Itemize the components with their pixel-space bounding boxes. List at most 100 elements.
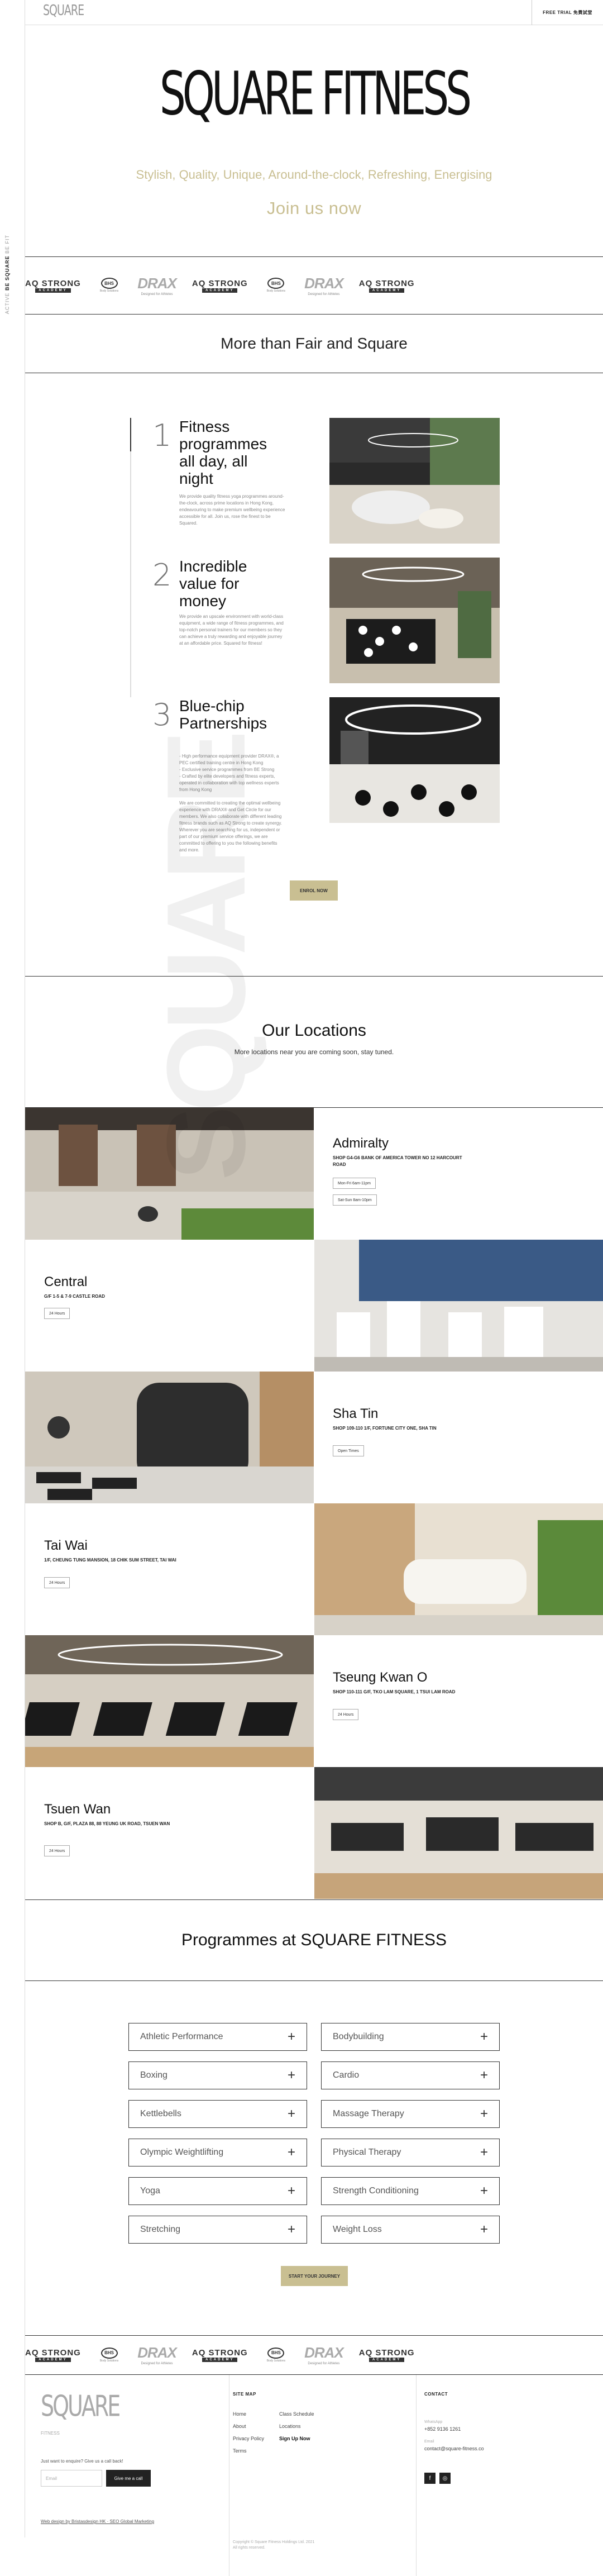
partner-logo-subtext: Body Solutions	[99, 2359, 119, 2363]
footer-logo[interactable]: SQUARE	[41, 2389, 121, 2422]
free-trial-button[interactable]: FREE TRIAL 免費試堂	[532, 0, 603, 25]
join-us-link[interactable]: Join us now	[25, 198, 603, 218]
footer-link-locations[interactable]: Locations	[279, 2423, 301, 2429]
location-name: Tsuen Wan	[44, 1802, 111, 1817]
programme-label: Weight Loss	[333, 2225, 382, 2234]
footer-link-privacy[interactable]: Privacy Policy	[233, 2436, 264, 2441]
partner-logo-subtext: Body Solutions	[99, 289, 119, 293]
hero-section: SQUARE FITNESS Stylish, Quality, Unique,…	[25, 25, 603, 257]
location-card: Tsuen Wan SHOP B, G/F, PLAZA 88, 88 YEUN…	[25, 1767, 314, 1899]
footer-link-terms[interactable]: Terms	[233, 2448, 247, 2454]
programme-accordion[interactable]: Yoga +	[128, 2177, 307, 2205]
footer-link-signup[interactable]: Sign Up Now	[279, 2436, 310, 2441]
location-photo-tai-wai	[314, 1503, 603, 1635]
programme-label: Olympic Weightlifting	[140, 2148, 224, 2157]
instagram-icon[interactable]: ◎	[439, 2473, 451, 2484]
location-name: Admiralty	[333, 1136, 389, 1151]
programme-accordion[interactable]: Massage Therapy +	[321, 2100, 500, 2128]
plus-icon: +	[480, 2145, 488, 2160]
facebook-icon[interactable]: f	[424, 2473, 436, 2484]
hours-button[interactable]: 24 Hours	[44, 1845, 70, 1856]
programme-label: Boxing	[140, 2070, 168, 2080]
partner-logo: BHS Body Solutions	[97, 2347, 122, 2363]
partner-logo: AQ STRONG ACADEMY	[25, 2348, 81, 2362]
phone-link[interactable]: +852 9136 1261	[424, 2426, 461, 2432]
feature-number: 1	[152, 418, 172, 453]
partner-logo: AQ STRONG ACADEMY	[359, 2348, 415, 2362]
programme-accordion[interactable]: Bodybuilding +	[321, 2023, 500, 2051]
copyright: Copyright © Square Fitness Holdings Ltd.…	[233, 2540, 315, 2550]
start-journey-button[interactable]: START YOUR JOURNEY	[281, 2266, 348, 2286]
location-photo-central	[314, 1240, 603, 1372]
plus-icon: +	[480, 2222, 488, 2237]
partner-logo-subtext: ACADEMY	[369, 2358, 405, 2362]
side-rail-tag: ACTIVE BE SQUARE BE FIT	[4, 235, 10, 314]
location-address: G/F 1-5 & 7-9 CASTLE ROAD	[44, 1294, 105, 1299]
footer-logo-sub: FITNESS	[41, 2431, 60, 2436]
main-content: SQUARE FITNESS Stylish, Quality, Unique,…	[25, 25, 603, 2576]
hours-button[interactable]: Sat-Sun 8am-10pm	[333, 1194, 377, 1206]
programme-accordion[interactable]: Stretching +	[128, 2216, 307, 2244]
location-card: Sha Tin SHOP 109-110 1/F, FORTUNE CITY O…	[314, 1372, 603, 1503]
partner-logo-text: BHS	[100, 278, 118, 289]
location-address: SHOP B, G/F, PLAZA 88, 88 YEUNG UK ROAD,…	[44, 1821, 170, 1826]
programme-accordion[interactable]: Boxing +	[128, 2061, 307, 2089]
programmes-section: Athletic Performance + Bodybuilding + Boxi…	[25, 1981, 603, 2336]
feature-progress-line	[130, 418, 131, 558]
partner-logo: BHS Body Solutions	[264, 278, 289, 293]
plus-icon: +	[480, 2106, 488, 2121]
partner-logo-text: AQ STRONG	[25, 278, 81, 288]
programme-label: Strength Conditioning	[333, 2186, 419, 2196]
design-credit[interactable]: Web design by Bristasdesign HK · SEO Glo…	[41, 2519, 154, 2524]
location-photo-tseung-kwan-o	[25, 1635, 314, 1767]
hours-button[interactable]: Open Times	[333, 1445, 364, 1456]
enrol-button[interactable]: ENROL NOW	[290, 880, 338, 901]
partner-logo-subtext: Designed for Athletes	[141, 292, 173, 296]
brand-strip: AQ STRONG ACADEMY BHS Body Solutions DRAX Des…	[25, 257, 603, 315]
partner-logo-subtext: Body Solutions	[266, 289, 286, 293]
partner-logo-subtext: ACADEMY	[35, 2358, 71, 2362]
plus-icon: +	[480, 2068, 488, 2083]
feature-body: We provide quality fitness yoga programm…	[179, 494, 285, 526]
location-card: Tseung Kwan O SHOP 110-111 G/F, TKO LAM …	[314, 1635, 603, 1767]
email-link[interactable]: contact@square-fitness.co	[424, 2446, 484, 2451]
programme-accordion[interactable]: Kettlebells +	[128, 2100, 307, 2128]
email-label: Email	[424, 2440, 434, 2444]
contact-title: CONTACT	[424, 2392, 448, 2397]
sitemap-title: SITE MAP	[233, 2392, 256, 2397]
location-address: SHOP 109-110 1/F, FORTUNE CITY ONE, SHA …	[333, 1426, 437, 1431]
programme-label: Kettlebells	[140, 2109, 181, 2118]
plus-icon: +	[480, 2029, 488, 2044]
hours-button[interactable]: 24 Hours	[44, 1577, 70, 1588]
email-input[interactable]: Email	[41, 2470, 102, 2487]
partner-logo-subtext: ACADEMY	[369, 288, 405, 293]
partner-logo-subtext: Designed for Athletes	[308, 2362, 340, 2365]
feature-body: We provide an upscale environment with w…	[179, 614, 284, 646]
hours-button[interactable]: 24 Hours	[333, 1709, 359, 1720]
feature-number: 3	[152, 697, 172, 732]
programme-accordion[interactable]: Weight Loss +	[321, 2216, 500, 2244]
programme-accordion[interactable]: Physical Therapy +	[321, 2139, 500, 2166]
footer-link-home[interactable]: Home	[233, 2411, 246, 2417]
feature-photo	[329, 558, 500, 683]
partner-logo: DRAX Designed for Athletes	[137, 2344, 177, 2366]
partner-logo-subtext: ACADEMY	[202, 288, 238, 293]
plus-icon: +	[287, 2068, 295, 2083]
programme-accordion[interactable]: Athletic Performance +	[128, 2023, 307, 2051]
header-logo[interactable]: SQUARE	[43, 2, 84, 19]
programme-accordion[interactable]: Cardio +	[321, 2061, 500, 2089]
hours-button[interactable]: Mon-Fri 6am-11pm	[333, 1178, 376, 1189]
footer-link-about[interactable]: About	[233, 2423, 246, 2429]
partner-logo: AQ STRONG ACADEMY	[359, 279, 415, 293]
call-me-button[interactable]: Give me a call	[106, 2470, 151, 2487]
location-card: Admiralty SHOP G4-G6 BANK OF AMERICA TOW…	[314, 1108, 603, 1240]
programme-accordion[interactable]: Strength Conditioning +	[321, 2177, 500, 2205]
footer-link-schedule[interactable]: Class Schedule	[279, 2411, 314, 2417]
locations-title: Our Locations	[262, 1021, 366, 1040]
plus-icon: +	[287, 2183, 295, 2198]
hours-button[interactable]: 24 Hours	[44, 1308, 70, 1319]
locations-header: Our Locations More locations near you ar…	[25, 977, 603, 1108]
credit-link[interactable]: Web design by Bristasdesign HK · SEO Glo…	[41, 2519, 154, 2524]
programme-label: Yoga	[140, 2186, 160, 2196]
programme-accordion[interactable]: Olympic Weightlifting +	[128, 2139, 307, 2166]
